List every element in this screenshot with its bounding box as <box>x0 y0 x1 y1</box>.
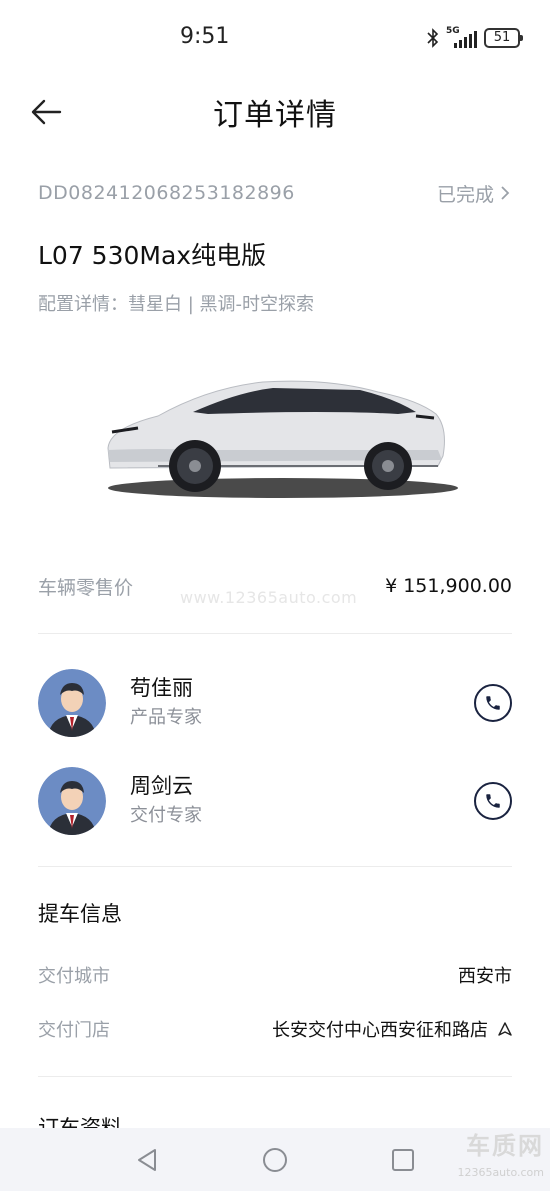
site-logo-url: 12365auto.com <box>457 1166 544 1179</box>
chevron-right-icon <box>501 186 510 200</box>
info-value: 西安市 <box>458 966 512 987</box>
circle-home-icon <box>263 1147 287 1172</box>
order-status-label: 已完成 <box>436 183 494 206</box>
watermark: www.12365auto.com <box>180 588 358 607</box>
avatar <box>38 669 106 737</box>
contact-role: 交付专家 <box>130 805 202 826</box>
bluetooth-icon <box>427 28 439 48</box>
car-image <box>107 380 458 498</box>
contact-name: 苟佳丽 <box>130 676 193 700</box>
info-label: 交付城市 <box>38 966 110 987</box>
phone-icon <box>486 696 500 710</box>
contact-role: 产品专家 <box>130 707 202 728</box>
info-value-store: 长安交付中心西安征和路店 <box>272 1016 512 1042</box>
price-label: 车辆零售价 <box>38 576 134 599</box>
page-title: 订单详情 <box>213 98 337 133</box>
info-row-store[interactable]: 交付门店 长安交付中心西安征和路店 <box>38 1012 512 1046</box>
nav-recents-button[interactable] <box>383 1140 423 1180</box>
nav-home-button[interactable] <box>255 1140 295 1180</box>
triangle-back-icon <box>138 1148 156 1171</box>
avatar <box>38 767 106 835</box>
site-logo: 车质网 <box>466 1131 544 1160</box>
divider <box>38 1076 512 1077</box>
status-time: 9:51 <box>180 24 230 49</box>
call-button[interactable] <box>474 782 512 820</box>
order-row: DD082412068253182896 已完成 <box>38 176 510 210</box>
divider <box>38 866 512 867</box>
store-name: 长安交付中心西安征和路店 <box>272 1020 488 1041</box>
header: 订单详情 <box>0 80 550 144</box>
battery-icon: 51 <box>484 28 523 48</box>
section-title-pickup: 提车信息 <box>38 902 122 926</box>
divider <box>38 633 512 634</box>
contact-product-specialist: 苟佳丽 产品专家 <box>38 668 512 738</box>
signal-icon: 5G <box>446 26 478 48</box>
navigate-icon[interactable] <box>498 1022 512 1036</box>
contact-name: 周剑云 <box>130 774 193 798</box>
order-status-link[interactable]: 已完成 <box>437 180 510 207</box>
status-bar: 9:51 5G 51 <box>0 0 550 80</box>
vehicle-name: L07 530Max纯电版 <box>38 241 267 270</box>
contact-info: 苟佳丽 产品专家 <box>130 673 474 733</box>
contact-info: 周剑云 交付专家 <box>130 771 474 831</box>
contact-delivery-specialist: 周剑云 交付专家 <box>38 766 512 836</box>
info-label: 交付门店 <box>38 1020 110 1041</box>
status-icons: 5G 51 <box>426 26 523 48</box>
info-row-city: 交付城市 西安市 <box>38 958 512 992</box>
call-button[interactable] <box>474 684 512 722</box>
price-value: ¥ 151,900.00 <box>385 575 512 597</box>
phone-icon <box>486 794 500 808</box>
order-number: DD082412068253182896 <box>38 182 295 204</box>
vehicle-config: 配置详情：彗星白 | 黑调-时空探索 <box>38 294 315 315</box>
nav-back-button[interactable] <box>127 1140 167 1180</box>
square-recents-icon <box>392 1148 414 1171</box>
